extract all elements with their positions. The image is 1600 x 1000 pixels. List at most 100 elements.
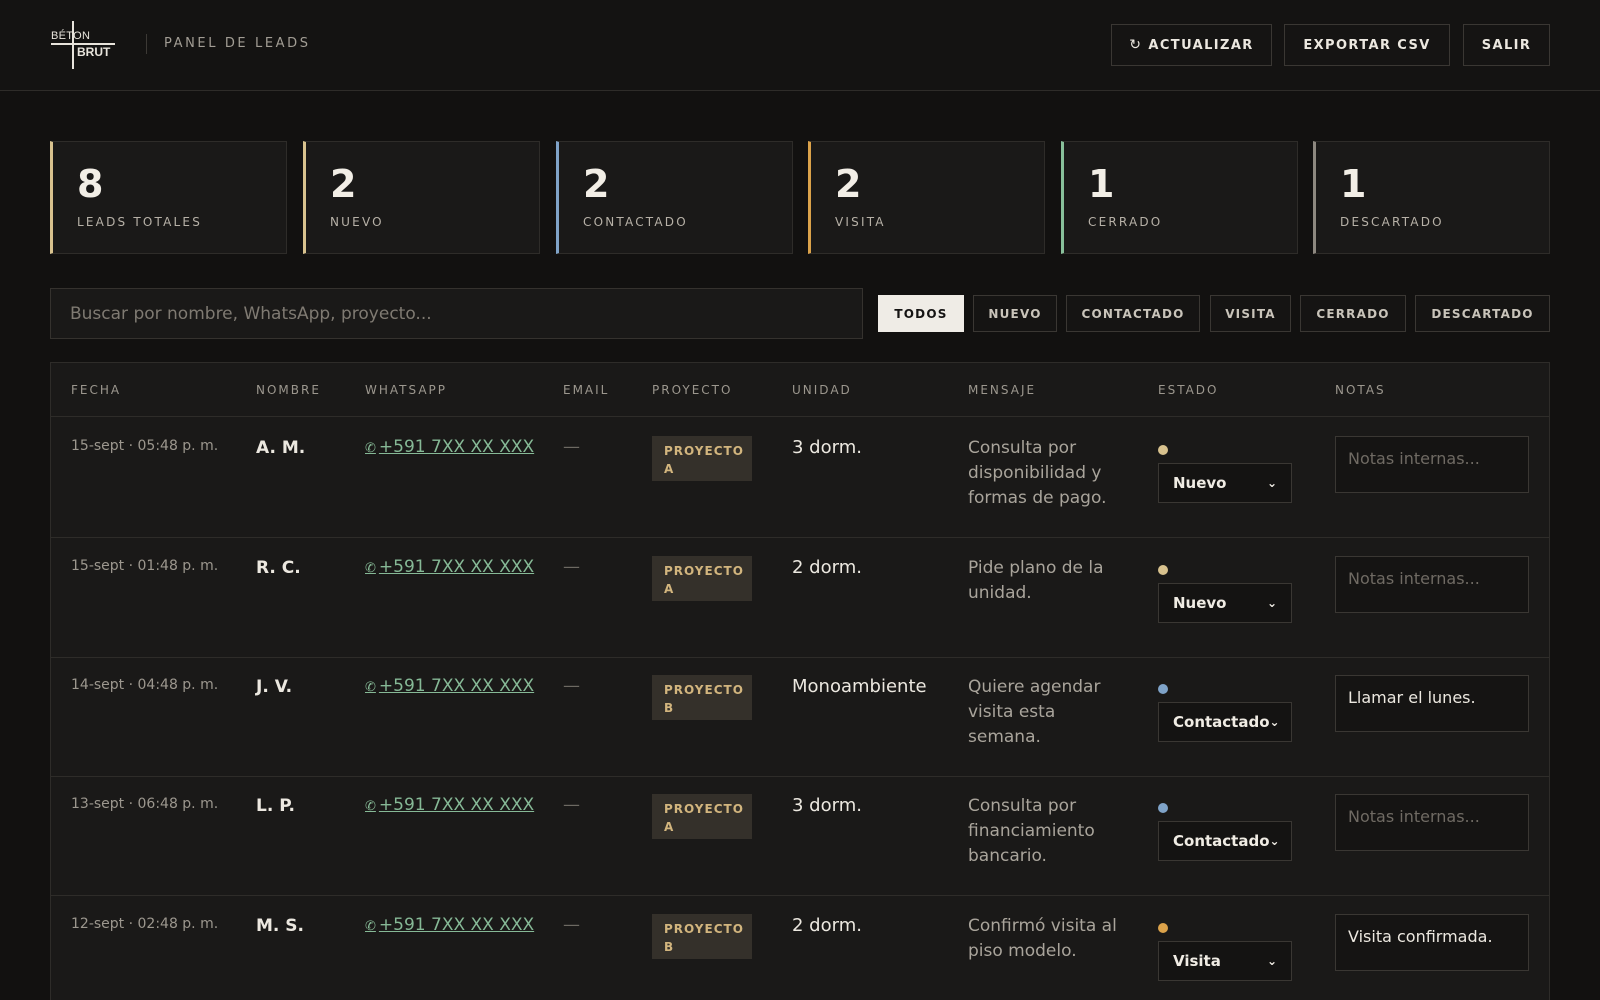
whatsapp-link[interactable]: ✆ +591 7XX XX XXX bbox=[365, 437, 534, 457]
row-unit: 2 dorm. bbox=[792, 915, 862, 936]
row-unit: 3 dorm. bbox=[792, 437, 862, 458]
status-dot bbox=[1158, 684, 1168, 694]
phone-icon: ✆ bbox=[365, 919, 376, 934]
row-message: Consulta por disponibilidad y formas de … bbox=[968, 438, 1107, 508]
notes-textarea[interactable] bbox=[1335, 556, 1529, 613]
logo-top-text: BÉTON bbox=[51, 30, 91, 42]
filter-cerrado[interactable]: CERRADO bbox=[1300, 295, 1406, 332]
row-unit: Monoambiente bbox=[792, 676, 927, 697]
brand-logo: BÉTON BRUT bbox=[51, 21, 117, 69]
stat-value: 2 bbox=[835, 162, 862, 206]
logo-horizontal-line bbox=[51, 43, 115, 45]
stat-card-contactado: 2 CONTACTADO bbox=[556, 141, 793, 254]
stat-card-cerrado: 1 CERRADO bbox=[1061, 141, 1298, 254]
row-date: 15-sept · 01:48 p. m. bbox=[71, 558, 219, 574]
stat-label: VISITA bbox=[835, 215, 886, 229]
row-name: J. V. bbox=[256, 677, 293, 697]
row-date: 12-sept · 02:48 p. m. bbox=[71, 916, 219, 932]
column-header-whatsapp: WHATSAPP bbox=[365, 383, 448, 397]
row-name: A. M. bbox=[256, 438, 306, 458]
search-input[interactable] bbox=[50, 288, 863, 339]
status-value: Contactado bbox=[1173, 832, 1270, 850]
row-email: — bbox=[563, 437, 580, 457]
project-badge-line1: PROYECTO bbox=[664, 802, 744, 816]
column-header-mensaje: MENSAJE bbox=[968, 383, 1037, 397]
row-name: R. C. bbox=[256, 558, 301, 578]
project-badge: PROYECTO A bbox=[652, 556, 752, 601]
whatsapp-number: +591 7XX XX XXX bbox=[378, 557, 535, 577]
project-badge: PROYECTO A bbox=[652, 794, 752, 839]
status-value: Contactado bbox=[1173, 713, 1270, 731]
whatsapp-number: +591 7XX XX XXX bbox=[378, 676, 535, 696]
column-header-proyecto: PROYECTO bbox=[652, 383, 733, 397]
refresh-icon: ↻ bbox=[1129, 37, 1143, 53]
table-row: 14-sept · 04:48 p. m. J. V. ✆ +591 7XX XX… bbox=[51, 657, 1549, 777]
row-date: 15-sept · 05:48 p. m. bbox=[71, 438, 219, 454]
whatsapp-number: +591 7XX XX XXX bbox=[378, 915, 535, 935]
stat-value: 2 bbox=[330, 162, 357, 206]
status-select[interactable]: Nuevo ⌄ bbox=[1158, 463, 1292, 503]
filter-contactado[interactable]: CONTACTADO bbox=[1066, 295, 1200, 332]
status-select[interactable]: Visita ⌄ bbox=[1158, 941, 1292, 981]
row-message: Pide plano de la unidad. bbox=[968, 558, 1104, 603]
column-header-email: EMAIL bbox=[563, 383, 610, 397]
notes-textarea[interactable]: Visita confirmada. bbox=[1335, 914, 1529, 971]
stat-card-total: 8 LEADS TOTALES bbox=[50, 141, 287, 254]
whatsapp-number: +591 7XX XX XXX bbox=[378, 437, 535, 457]
project-badge: PROYECTO A bbox=[652, 436, 752, 481]
row-email: — bbox=[563, 557, 580, 577]
filter-todos[interactable]: TODOS bbox=[878, 295, 964, 332]
refresh-button[interactable]: ↻ ACTUALIZAR bbox=[1111, 24, 1272, 66]
notes-textarea[interactable] bbox=[1335, 794, 1529, 851]
stat-label: CONTACTADO bbox=[583, 215, 688, 229]
whatsapp-link[interactable]: ✆ +591 7XX XX XXX bbox=[365, 676, 534, 696]
row-message: Consulta por financiamiento bancario. bbox=[968, 796, 1095, 866]
project-badge-line1: PROYECTO bbox=[664, 564, 744, 578]
stat-label: NUEVO bbox=[330, 215, 384, 229]
notes-textarea[interactable]: Llamar el lunes. bbox=[1335, 675, 1529, 732]
chevron-down-icon: ⌄ bbox=[1269, 715, 1280, 729]
chevron-down-icon: ⌄ bbox=[1266, 476, 1277, 490]
filter-visita[interactable]: VISITA bbox=[1210, 295, 1291, 332]
panel-title: PANEL DE LEADS bbox=[164, 36, 311, 51]
chevron-down-icon: ⌄ bbox=[1269, 834, 1280, 848]
whatsapp-link[interactable]: ✆ +591 7XX XX XXX bbox=[365, 557, 534, 577]
project-badge-line2: A bbox=[664, 582, 675, 596]
column-header-estado: ESTADO bbox=[1158, 383, 1219, 397]
notes-textarea[interactable] bbox=[1335, 436, 1529, 493]
status-value: Visita bbox=[1173, 952, 1221, 970]
status-select[interactable]: Contactado ⌄ bbox=[1158, 702, 1292, 742]
status-select[interactable]: Contactado ⌄ bbox=[1158, 821, 1292, 861]
row-unit: 3 dorm. bbox=[792, 795, 862, 816]
status-dot bbox=[1158, 923, 1168, 933]
status-select[interactable]: Nuevo ⌄ bbox=[1158, 583, 1292, 623]
status-dot bbox=[1158, 445, 1168, 455]
column-header-notas: NOTAS bbox=[1335, 383, 1386, 397]
refresh-label: ACTUALIZAR bbox=[1148, 37, 1254, 53]
column-header-nombre: NOMBRE bbox=[256, 383, 321, 397]
row-name: L. P. bbox=[256, 796, 296, 816]
filter-nuevo[interactable]: NUEVO bbox=[973, 295, 1057, 332]
whatsapp-number: +591 7XX XX XXX bbox=[378, 795, 535, 815]
stat-value: 1 bbox=[1340, 162, 1367, 206]
logout-button[interactable]: SALIR bbox=[1463, 24, 1550, 66]
stat-value: 1 bbox=[1088, 162, 1115, 206]
project-badge-line2: B bbox=[664, 940, 675, 954]
export-csv-button[interactable]: EXPORTAR CSV bbox=[1284, 24, 1450, 66]
stat-label: DESCARTADO bbox=[1340, 215, 1444, 229]
phone-icon: ✆ bbox=[365, 680, 376, 695]
project-badge-line2: A bbox=[664, 462, 675, 476]
whatsapp-link[interactable]: ✆ +591 7XX XX XXX bbox=[365, 795, 534, 815]
project-badge-line1: PROYECTO bbox=[664, 922, 744, 936]
row-email: — bbox=[563, 795, 580, 815]
stat-card-descartado: 1 DESCARTADO bbox=[1313, 141, 1550, 254]
stat-value: 8 bbox=[77, 162, 104, 206]
table-row: 12-sept · 02:48 p. m. M. S. ✆ +591 7XX XX… bbox=[51, 896, 1549, 1000]
row-email: — bbox=[563, 915, 580, 935]
table-row: 13-sept · 06:48 p. m. L. P. ✆ +591 7XX XX… bbox=[51, 776, 1549, 896]
top-bar: BÉTON BRUT PANEL DE LEADS ↻ ACTUALIZAR E… bbox=[0, 0, 1600, 91]
chevron-down-icon: ⌄ bbox=[1266, 954, 1277, 968]
table-row: 15-sept · 01:48 p. m. R. C. ✆ +591 7XX XX… bbox=[51, 538, 1549, 658]
whatsapp-link[interactable]: ✆ +591 7XX XX XXX bbox=[365, 915, 534, 935]
filter-descartado[interactable]: DESCARTADO bbox=[1415, 295, 1550, 332]
